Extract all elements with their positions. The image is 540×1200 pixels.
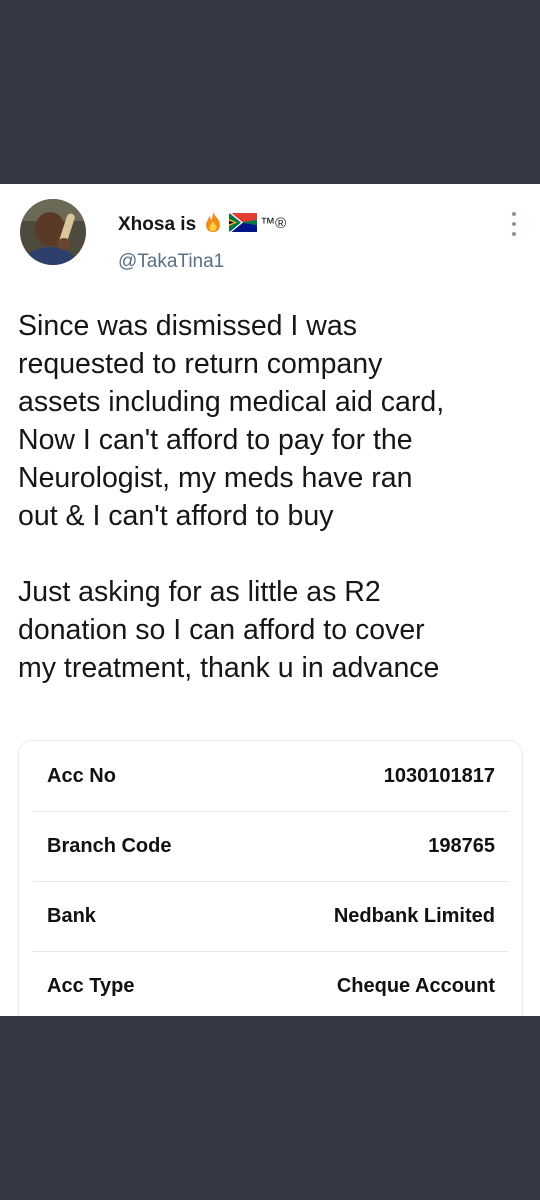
trademark-symbols: ™®	[260, 214, 287, 232]
more-options-icon[interactable]	[510, 212, 518, 236]
bank-row-acc-type: Acc Type Cheque Account	[33, 951, 508, 1016]
tweet-line: Just asking for as little as R2	[18, 576, 381, 608]
bank-row-value: Cheque Account	[336, 974, 495, 997]
tweet-line: Now I can't afford to pay for the	[18, 424, 413, 456]
bank-row-label: Bank	[47, 904, 96, 927]
bank-row-label: Branch Code	[47, 834, 172, 857]
display-name[interactable]: Xhosa is ™®	[118, 211, 286, 239]
bank-row-value: 198765	[428, 834, 495, 857]
bank-row-value: 1030101817	[383, 764, 495, 787]
tweet-line: requested to return company	[18, 348, 383, 380]
tweet-text: Since was dismissed I was requested to r…	[18, 307, 523, 687]
south-africa-flag-icon	[229, 211, 258, 238]
bank-row-label: Acc Type	[47, 974, 135, 997]
bank-row-label: Acc No	[47, 764, 116, 787]
bank-row-acc-no: Acc No 1030101817	[33, 741, 508, 812]
bank-row-value: Nedbank Limited	[333, 904, 495, 927]
tweet-line: donation so I can afford to cover	[18, 614, 425, 646]
tweet-line: my treatment, thank u in advance	[18, 652, 440, 684]
avatar[interactable]	[20, 199, 86, 265]
fire-emoji-icon	[203, 211, 223, 239]
bank-details-image[interactable]: Acc No 1030101817 Branch Code 198765 Ban…	[18, 740, 523, 1016]
tweet-line: out & I can't afford to buy	[18, 500, 334, 532]
bank-row-bank: Bank Nedbank Limited	[33, 881, 508, 952]
bank-row-branch-code: Branch Code 198765	[33, 811, 508, 882]
display-name-text: Xhosa is	[118, 214, 197, 235]
user-handle[interactable]: @TakaTina1	[118, 251, 224, 273]
tweet-line: assets including medical aid card,	[18, 386, 445, 418]
tweet-line: Since was dismissed I was	[18, 310, 357, 342]
tweet-line: Neurologist, my meds have ran	[18, 462, 413, 494]
tweet-card: Xhosa is ™® @TakaTina1 Since was dismiss…	[0, 184, 540, 1016]
